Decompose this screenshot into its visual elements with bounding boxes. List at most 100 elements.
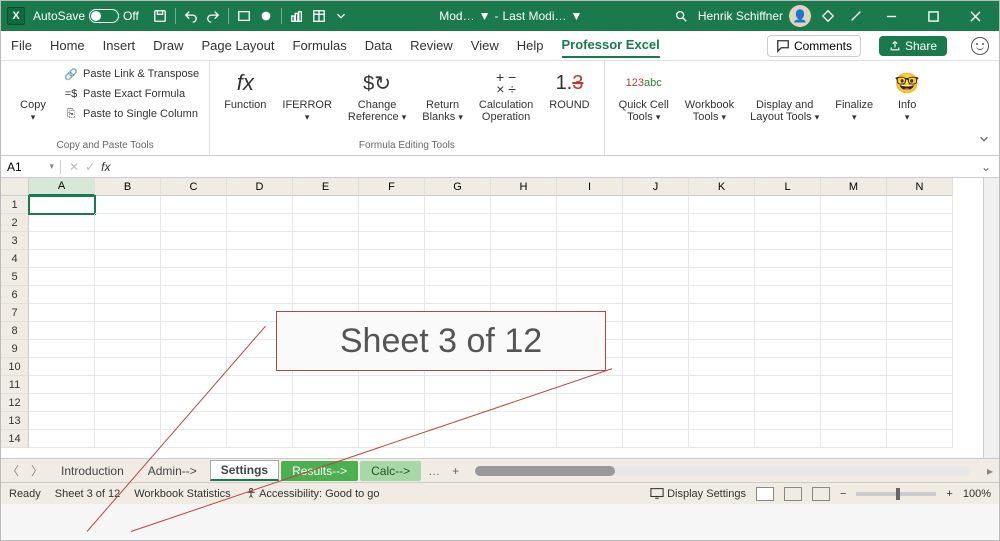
cell[interactable] [95, 232, 161, 250]
cell[interactable] [95, 376, 161, 394]
cell[interactable] [887, 232, 953, 250]
cell[interactable] [227, 394, 293, 412]
row-header[interactable]: 4 [1, 250, 29, 268]
status-workbook-statistics[interactable]: Workbook Statistics [134, 488, 230, 500]
workbook-tools-button[interactable]: Workbook Tools ▾ [679, 65, 740, 127]
zoom-slider[interactable] [856, 492, 936, 496]
copy-button[interactable]: Copy▾ [9, 65, 57, 127]
cell[interactable] [755, 322, 821, 340]
return-blanks-button[interactable]: Return Blanks ▾ [416, 65, 469, 127]
page-layout-view-icon[interactable] [784, 487, 802, 501]
cell[interactable] [755, 214, 821, 232]
qat-chart-icon[interactable] [288, 7, 306, 25]
tab-page-layout[interactable]: Page Layout [202, 34, 275, 57]
select-all-corner[interactable] [1, 178, 29, 196]
cell[interactable] [689, 268, 755, 286]
row-header[interactable]: 11 [1, 376, 29, 394]
cell[interactable] [755, 340, 821, 358]
cell[interactable] [227, 412, 293, 430]
tab-formulas[interactable]: Formulas [293, 34, 347, 57]
cell[interactable] [29, 322, 95, 340]
cell[interactable] [425, 286, 491, 304]
qat-icon[interactable] [235, 7, 253, 25]
cell[interactable] [227, 214, 293, 232]
enter-icon[interactable]: ✓ [85, 160, 95, 174]
cell[interactable] [689, 196, 755, 214]
name-box[interactable]: A1 ▾ [1, 160, 61, 174]
cell[interactable] [887, 322, 953, 340]
cell[interactable] [755, 394, 821, 412]
cell[interactable] [95, 430, 161, 448]
normal-view-icon[interactable] [756, 487, 774, 501]
cell[interactable] [557, 250, 623, 268]
search-icon[interactable] [672, 7, 690, 25]
cell[interactable] [755, 358, 821, 376]
cell[interactable] [29, 412, 95, 430]
cell[interactable] [755, 304, 821, 322]
cancel-icon[interactable]: ✕ [69, 160, 79, 174]
cell[interactable] [29, 286, 95, 304]
cell[interactable] [689, 394, 755, 412]
cell[interactable] [623, 412, 689, 430]
cell[interactable] [425, 196, 491, 214]
paste-exact-button[interactable]: =$Paste Exact Formula [61, 85, 201, 103]
cell[interactable] [755, 286, 821, 304]
paste-single-column-button[interactable]: ⎘Paste to Single Column [61, 105, 201, 123]
cell[interactable] [821, 196, 887, 214]
cell[interactable] [95, 250, 161, 268]
cell[interactable] [623, 340, 689, 358]
cell[interactable] [29, 376, 95, 394]
cell[interactable] [491, 232, 557, 250]
sheet-tab[interactable]: Results--> [281, 461, 358, 481]
sheet-tab[interactable]: Admin--> [137, 461, 208, 481]
cell[interactable] [689, 412, 755, 430]
cell[interactable] [689, 304, 755, 322]
cell[interactable] [623, 358, 689, 376]
cell[interactable] [161, 250, 227, 268]
cell[interactable] [755, 268, 821, 286]
tab-professor-excel[interactable]: Professor Excel [562, 33, 660, 58]
calculation-operation-button[interactable]: + −× ÷Calculation Operation [473, 65, 539, 127]
function-button[interactable]: fxFunction [218, 65, 272, 115]
cell[interactable] [359, 394, 425, 412]
cell[interactable] [161, 394, 227, 412]
quick-cell-tools-button[interactable]: 123abcQuick Cell Tools ▾ [613, 65, 675, 127]
cell[interactable] [227, 376, 293, 394]
cell[interactable] [161, 286, 227, 304]
cell[interactable] [623, 268, 689, 286]
cell[interactable] [689, 340, 755, 358]
cell[interactable] [557, 214, 623, 232]
cell[interactable] [623, 394, 689, 412]
cell[interactable] [95, 268, 161, 286]
cell[interactable] [359, 268, 425, 286]
cell[interactable] [821, 412, 887, 430]
tab-insert[interactable]: Insert [103, 34, 136, 57]
cell[interactable] [623, 304, 689, 322]
redo-icon[interactable] [204, 7, 222, 25]
cell[interactable] [161, 358, 227, 376]
cell[interactable] [425, 268, 491, 286]
cell[interactable] [161, 196, 227, 214]
cell[interactable] [227, 232, 293, 250]
cell[interactable] [887, 394, 953, 412]
sheet-more-button[interactable]: … [422, 464, 446, 478]
cell[interactable] [887, 430, 953, 448]
cell[interactable] [821, 322, 887, 340]
row-header[interactable]: 1 [1, 196, 29, 214]
column-header[interactable]: G [425, 178, 491, 196]
display-settings-button[interactable]: Display Settings [650, 487, 746, 500]
row-header[interactable]: 8 [1, 322, 29, 340]
cell[interactable] [887, 286, 953, 304]
column-header[interactable]: I [557, 178, 623, 196]
cell[interactable] [821, 340, 887, 358]
chevron-down-icon[interactable]: ▼ [479, 9, 491, 23]
cell[interactable] [821, 268, 887, 286]
tab-data[interactable]: Data [365, 34, 392, 57]
cell[interactable] [95, 340, 161, 358]
cell[interactable] [95, 214, 161, 232]
cell[interactable] [293, 286, 359, 304]
cell[interactable] [689, 430, 755, 448]
cell[interactable] [29, 268, 95, 286]
diamond-icon[interactable] [819, 7, 837, 25]
sheet-tab[interactable]: Settings [210, 460, 279, 481]
